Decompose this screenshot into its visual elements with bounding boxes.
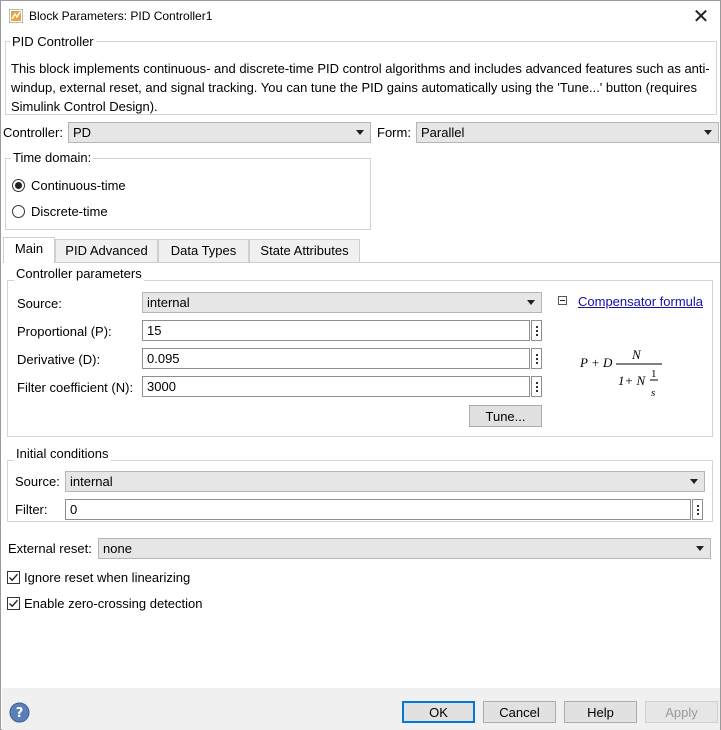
- filter-coefficient-more-icon[interactable]: [531, 376, 542, 397]
- ok-button[interactable]: OK: [402, 701, 475, 723]
- time-domain-group: [5, 158, 371, 230]
- tab-main[interactable]: Main: [3, 237, 55, 263]
- tab-state-attributes[interactable]: State Attributes: [249, 239, 360, 263]
- cancel-button[interactable]: Cancel: [483, 701, 556, 723]
- derivative-input[interactable]: [143, 349, 529, 368]
- controller-label: Controller:: [3, 125, 63, 140]
- tune-button[interactable]: Tune...: [469, 405, 542, 427]
- title-bar[interactable]: Block Parameters: PID Controller1 ✕: [1, 1, 720, 32]
- tab-pid-advanced[interactable]: PID Advanced: [55, 239, 158, 263]
- proportional-field[interactable]: [142, 320, 530, 341]
- formula-numerator: N: [631, 347, 642, 362]
- form-value: Parallel: [421, 125, 465, 140]
- svg-text:?: ?: [16, 706, 24, 721]
- time-domain-label: Time domain:: [11, 150, 94, 165]
- form-label: Form:: [377, 125, 411, 140]
- tab-pid-advanced-label: PID Advanced: [65, 243, 148, 258]
- tab-data-types-label: Data Types: [170, 243, 237, 258]
- tab-data-types[interactable]: Data Types: [158, 239, 249, 263]
- initial-filter-input[interactable]: [66, 500, 690, 519]
- initial-source-dropdown[interactable]: internal: [65, 471, 705, 492]
- continuous-time-label[interactable]: Continuous-time: [31, 178, 126, 193]
- chevron-down-icon: [356, 130, 364, 135]
- help-button[interactable]: Help: [564, 701, 637, 723]
- help-icon[interactable]: ?: [9, 702, 30, 723]
- formula-frac-den: s: [651, 387, 655, 399]
- continuous-time-radio[interactable]: [12, 179, 25, 192]
- compensator-formula-link[interactable]: Compensator formula: [578, 294, 703, 309]
- ignore-reset-checkbox[interactable]: [7, 571, 20, 584]
- initial-filter-label: Filter:: [15, 502, 48, 517]
- description-group-label: PID Controller: [10, 34, 96, 49]
- checkmark-icon: [9, 573, 19, 582]
- param-source-value: internal: [147, 295, 190, 310]
- filter-coefficient-input[interactable]: [143, 377, 529, 396]
- chevron-down-icon: [527, 300, 535, 305]
- initial-source-label: Source:: [15, 474, 60, 489]
- chevron-down-icon: [696, 546, 704, 551]
- dialog-window: Block Parameters: PID Controller1 ✕ PID …: [0, 0, 721, 730]
- derivative-field[interactable]: [142, 348, 530, 369]
- filter-coefficient-field[interactable]: [142, 376, 530, 397]
- param-source-dropdown[interactable]: internal: [142, 292, 542, 313]
- external-reset-label: External reset:: [8, 541, 92, 556]
- zero-crossing-checkbox[interactable]: [7, 597, 20, 610]
- proportional-label: Proportional (P):: [17, 324, 112, 339]
- discrete-time-radio[interactable]: [12, 205, 25, 218]
- discrete-time-label[interactable]: Discrete-time: [31, 204, 108, 219]
- ignore-reset-label[interactable]: Ignore reset when linearizing: [24, 570, 190, 585]
- formula-denominator: 1+ N: [618, 373, 647, 388]
- collapse-icon[interactable]: [558, 296, 567, 305]
- form-dropdown[interactable]: Parallel: [416, 122, 719, 143]
- checkmark-icon: [9, 599, 19, 608]
- zero-crossing-label[interactable]: Enable zero-crossing detection: [24, 596, 203, 611]
- tab-main-label: Main: [14, 241, 44, 256]
- param-source-label: Source:: [17, 296, 62, 311]
- filter-coefficient-label: Filter coefficient (N):: [17, 380, 134, 395]
- external-reset-dropdown[interactable]: none: [98, 538, 711, 559]
- controller-parameters-label: Controller parameters: [14, 266, 144, 281]
- apply-button[interactable]: Apply: [645, 701, 718, 723]
- derivative-label: Derivative (D):: [17, 352, 101, 367]
- initial-filter-field[interactable]: [65, 499, 691, 520]
- block-description: This block implements continuous- and di…: [11, 61, 710, 114]
- tab-state-attributes-label: State Attributes: [260, 243, 349, 258]
- formula-frac-num: 1: [651, 368, 657, 380]
- proportional-more-icon[interactable]: [531, 320, 542, 341]
- chevron-down-icon: [704, 130, 712, 135]
- derivative-more-icon[interactable]: [531, 348, 542, 369]
- controller-dropdown[interactable]: PD: [68, 122, 371, 143]
- window-title: Block Parameters: PID Controller1: [29, 9, 213, 23]
- external-reset-value: none: [103, 541, 132, 556]
- controller-value: PD: [73, 125, 92, 140]
- compensator-formula: P + D N 1+ N 1 s: [579, 347, 662, 399]
- close-icon[interactable]: ✕: [690, 5, 712, 27]
- initial-source-value: internal: [70, 474, 113, 489]
- simulink-icon: [9, 9, 23, 23]
- proportional-input[interactable]: [143, 321, 529, 340]
- formula-pd: P + D: [579, 355, 613, 370]
- chevron-down-icon: [690, 479, 698, 484]
- initial-filter-more-icon[interactable]: [692, 499, 703, 520]
- initial-conditions-label: Initial conditions: [14, 446, 111, 461]
